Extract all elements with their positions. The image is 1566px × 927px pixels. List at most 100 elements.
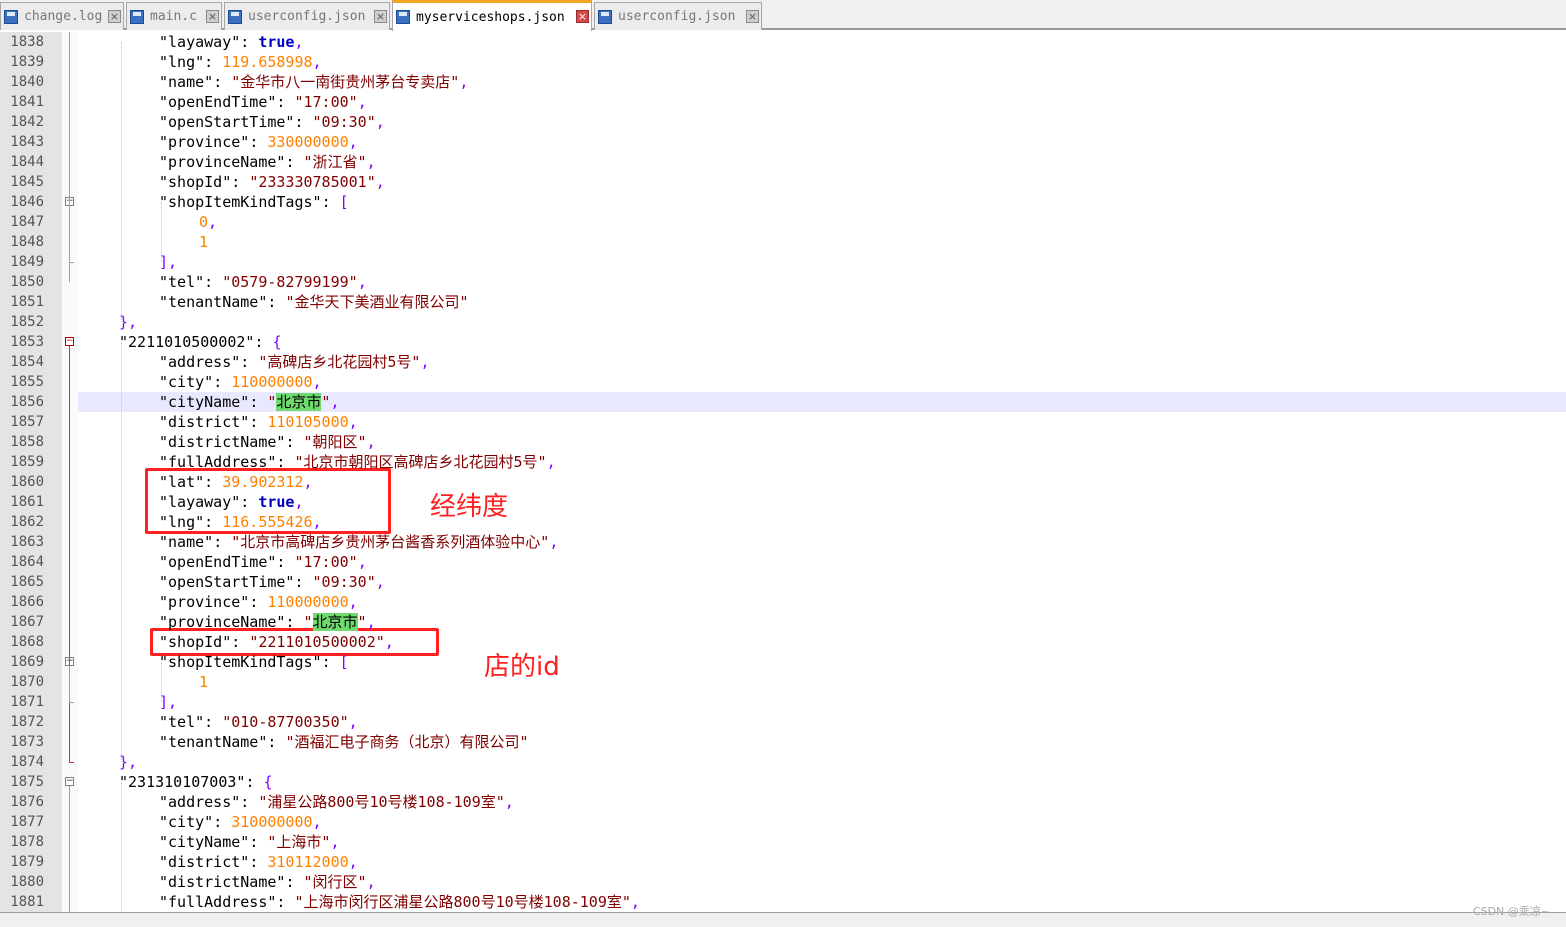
line-number: 1863 [10,534,44,550]
code-token: "name" [159,533,214,551]
fold-toggle-icon[interactable]: − [65,337,74,346]
code-line[interactable]: ], [159,692,177,712]
code-line[interactable]: "province": 330000000, [159,132,358,152]
code-line[interactable]: "name": "北京市高碑店乡贵州茅台酱香系列酒体验中心", [159,532,558,552]
code-token: "17:00" [294,93,358,111]
code-line[interactable]: }, [119,752,137,772]
watermark: CSDN @乘凉~ [1472,905,1550,918]
code-token: "fullAddress" [159,453,277,471]
code-line[interactable]: "cityName": "北京市", [159,392,339,412]
line-number: 1867 [10,614,44,630]
code-token: : [267,293,286,311]
code-line[interactable]: 1 [199,672,208,692]
code-line[interactable]: "districtName": "朝阳区", [159,432,376,452]
line-number: 1868 [10,634,44,650]
code-token: : [213,73,232,91]
line-number: 1871 [10,694,44,710]
line-number: 1859 [10,454,44,470]
code-line[interactable]: "address": "高碑店乡北花园村5号", [159,352,429,372]
close-icon[interactable]: × [576,10,589,23]
code-line[interactable]: "shopId": "233330785001", [159,172,385,192]
code-line[interactable]: "fullAddress": "北京市朝阳区高碑店乡北花园村5号", [159,452,556,472]
code-line[interactable]: 0, [199,212,217,232]
code-line[interactable]: "layaway": true, [159,492,304,512]
code-token: : [321,653,340,671]
code-token: [ [339,193,349,211]
code-token: "北京市朝阳区高碑店乡北花园村5号" [294,453,547,471]
tab-main-c[interactable]: main.c × [126,2,222,30]
code-token: , [303,473,313,491]
tab-myserviceshops-json[interactable]: myserviceshops.json × [392,0,592,31]
code-token: " [357,613,367,631]
code-line[interactable]: ], [159,252,177,272]
code-token: 1 [199,233,209,251]
code-token: , [366,613,376,631]
code-line[interactable]: "province": 110000000, [159,592,358,612]
close-icon[interactable]: × [746,10,759,23]
close-icon[interactable]: × [374,10,387,23]
code-token: , [366,873,376,891]
code-line[interactable]: "openStartTime": "09:30", [159,572,385,592]
line-number: 1842 [10,114,44,130]
fold-range-end [69,702,74,703]
line-number: 1840 [10,74,44,90]
line-number: 1865 [10,574,44,590]
code-line[interactable]: "city": 310000000, [159,812,322,832]
close-icon[interactable]: × [108,10,121,23]
code-line[interactable]: "provinceName": "北京市", [159,612,376,632]
code-token: 39.902312 [222,473,304,491]
code-line[interactable]: 1 [199,232,208,252]
code-line[interactable]: "openEndTime": "17:00", [159,552,367,572]
code-line[interactable]: "tenantName": "酒福汇电子商务（北京）有限公司" [159,732,529,752]
code-token: true [258,493,295,511]
code-line[interactable]: "city": 110000000, [159,372,322,392]
code-line[interactable]: "shopId": "2211010500002", [159,632,394,652]
code-token: : [213,373,232,391]
fold-toggle-icon[interactable]: − [65,777,74,786]
code-line[interactable]: "shopItemKindTags": [ [159,652,349,672]
code-line[interactable]: "provinceName": "浙江省", [159,152,376,172]
code-token: , [294,493,304,511]
tab-label: userconfig.json [618,9,736,24]
code-token: [ [339,653,349,671]
code-line[interactable]: "address": "浦星公路800号10号楼108-109室", [159,792,514,812]
line-number: 1847 [10,214,44,230]
code-token: " [303,613,313,631]
code-line[interactable]: "lat": 39.902312, [159,472,313,492]
tab-change-log[interactable]: change.log × [0,2,124,30]
code-token: : [249,413,268,431]
code-token: , [459,73,469,91]
tab-userconfig-json[interactable]: userconfig.json × [224,2,390,30]
save-file-icon [4,9,18,24]
code-token: "district" [159,413,250,431]
code-token: , [294,33,304,51]
code-line[interactable]: "district": 310112000, [159,852,358,872]
close-icon[interactable]: × [206,10,219,23]
tab-userconfig-json-2[interactable]: userconfig.json × [594,2,762,30]
code-token: "朝阳区" [303,433,367,451]
code-token: "北京市高碑店乡贵州茅台酱香系列酒体验中心" [231,533,550,551]
line-number: 1862 [10,514,44,530]
code-line[interactable]: "2211010500002": { [119,332,282,352]
status-bar [0,912,1566,927]
code-line[interactable]: }, [119,312,137,332]
code-line[interactable]: "districtName": "闵行区", [159,872,376,892]
line-number: 1850 [10,274,44,290]
code-line[interactable]: "tel": "0579-82799199", [159,272,367,292]
code-token: , [357,93,367,111]
code-line[interactable]: "layaway": true, [159,32,304,52]
code-line[interactable]: "lng": 116.555426, [159,512,322,532]
code-line[interactable]: "231310107003": { [119,772,273,792]
code-line[interactable]: "cityName": "上海市", [159,832,339,852]
code-line[interactable]: "district": 110105000, [159,412,358,432]
code-line[interactable]: "fullAddress": "上海市闵行区浦星公路800号10号楼108-10… [159,892,640,912]
tab-label: main.c [150,9,197,24]
code-line[interactable]: "name": "金华市八一南街贵州茅台专卖店", [159,72,468,92]
code-line[interactable]: "openEndTime": "17:00", [159,92,367,112]
code-line[interactable]: "shopItemKindTags": [ [159,192,349,212]
code-line[interactable]: "openStartTime": "09:30", [159,112,385,132]
code-token: "openEndTime" [159,93,277,111]
code-line[interactable]: "tenantName": "金华天下美酒业有限公司" [159,292,469,312]
code-line[interactable]: "tel": "010-87700350", [159,712,358,732]
code-line[interactable]: "lng": 119.658998, [159,52,322,72]
